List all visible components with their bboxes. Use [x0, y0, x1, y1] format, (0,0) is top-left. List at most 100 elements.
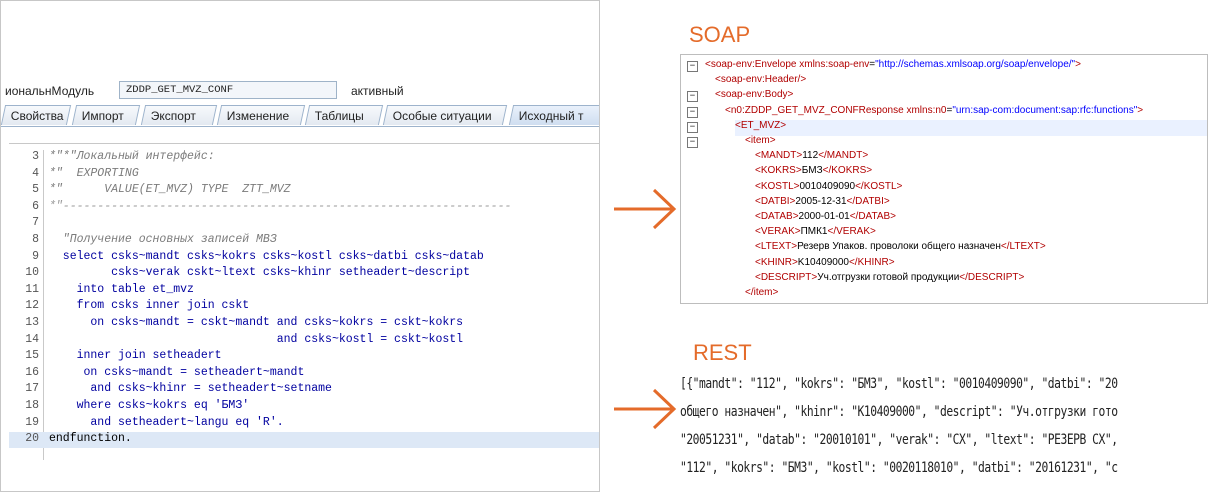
xml-attr-name: xmlns:soap-env [799, 59, 870, 70]
xml-value: 112 [802, 150, 819, 162]
arrow-right-icon [614, 388, 677, 430]
rest-title: REST [693, 340, 752, 365]
xml-tag: <KOKRS> [755, 165, 802, 177]
xml-attr-name: xmlns:n0 [906, 104, 947, 116]
code-line[interactable]: 9 select csks~mandt csks~kokrs csks~kost… [9, 249, 599, 266]
collapse-toggle-icon[interactable]: − [687, 137, 698, 148]
line-number: 11 [25, 282, 39, 296]
code-line[interactable]: 6 *"-------------------------------------… [9, 199, 599, 216]
line-number: 18 [25, 399, 39, 412]
line-number: 9 [32, 249, 39, 263]
xml-attr-value: "urn:sap-com:document:sap:rfc:functions" [952, 104, 1138, 116]
xml-value: Резерв Упаков. проволоки общего назначен [797, 241, 1001, 253]
abap-code-editor[interactable]: 3 *"*"Локальный интерфейс: 4 *" EXPORTING 5 *… [9, 143, 599, 491]
code-text: on csks~mandt = cskt~mandt and csks~kokr… [49, 316, 464, 329]
line-number: 10 [25, 266, 39, 280]
function-module-name-field[interactable]: ZDDP_GET_MVZ_CONF [119, 81, 337, 99]
line-number: 8 [32, 233, 39, 246]
tab-2[interactable]: Импорт [71, 105, 141, 125]
code-text: *" VALUE(ET_MVZ) TYPE ZTT_MVZ [49, 183, 291, 197]
tab-1[interactable]: Свойства [1, 105, 72, 125]
code-line[interactable]: 4 *" EXPORTING [9, 166, 599, 183]
function-module-tabs: Свойства Импорт Экспорт Изменение Таблицы Осо… [1, 104, 599, 127]
code-line[interactable]: 3 *"*"Локальный интерфейс: [9, 150, 599, 166]
function-module-status: активный [351, 84, 404, 98]
xml-value: K10409000 [797, 256, 849, 268]
json-line: "20051231", "datab": "20010101", "verak"… [680, 432, 1118, 448]
code-line[interactable]: 16 on csks~mandt = setheadert~mandt [9, 365, 599, 382]
tab-5[interactable]: Таблицы [304, 105, 384, 125]
code-text: csks~verak cskt~ltext csks~khinr sethead… [49, 266, 470, 280]
line-number: 6 [32, 199, 39, 213]
xml-tag: <item> [745, 135, 776, 146]
xml-tag: <KHINR> [755, 256, 798, 268]
xml-tag: <soap-env:Body> [715, 89, 794, 101]
xml-tag: </DESCRIPT> [959, 271, 1025, 283]
xml-tag: <KOSTL> [755, 180, 800, 192]
xml-tag: <DATBI> [755, 195, 796, 207]
xml-tag: <soap-env:Envelope [705, 59, 800, 70]
code-line[interactable]: 15 inner join setheadert [9, 349, 599, 365]
code-line[interactable]: 20 endfunction. [9, 432, 599, 449]
json-line: [{"mandt": "112", "kokrs": "БМЗ", "kostl… [680, 376, 1118, 392]
tab-6[interactable]: Особые ситуации [382, 105, 508, 125]
xml-tag: > [1075, 59, 1081, 70]
code-line[interactable]: 8 "Получение основных записей МВЗ [9, 233, 599, 249]
xml-tag: <MANDT> [755, 150, 803, 162]
tab-label: Исходный т [518, 109, 584, 123]
sap-function-builder: иональнМодуль ZDDP_GET_MVZ_CONF активный… [0, 0, 600, 492]
code-line[interactable]: 18 where csks~kokrs eq 'БМЗ' [9, 399, 599, 415]
code-text: and setheadert~langu eq 'R'. [49, 415, 284, 429]
line-number: 17 [25, 382, 39, 396]
function-module-label: иональнМодуль [5, 84, 95, 98]
tab-label: Изменение [226, 109, 290, 123]
collapse-toggle-icon[interactable]: − [687, 91, 698, 103]
json-line: "112", "kokrs": "БМЗ", "kostl": "0020118… [680, 460, 1118, 476]
collapse-toggle-icon[interactable]: − [687, 121, 698, 133]
code-text: endfunction. [49, 432, 132, 446]
code-line[interactable]: 11 into table et_mvz [9, 282, 599, 299]
xml-tag: <DATAB> [755, 211, 799, 222]
xml-tag: </KHINR> [848, 256, 895, 268]
collapse-toggle-icon[interactable]: − [687, 61, 698, 72]
xml-value: 0010409090 [799, 180, 856, 192]
xml-line: </item> [745, 287, 778, 303]
code-text: "Получение основных записей МВЗ [49, 233, 277, 246]
function-module-header: иональнМодуль ZDDP_GET_MVZ_CONF активный [1, 80, 599, 102]
code-line[interactable]: 19 and setheadert~langu eq 'R'. [9, 415, 599, 432]
xml-line: <KHINR>K10409000</KHINR> [755, 257, 895, 273]
code-line[interactable]: 5 *" VALUE(ET_MVZ) TYPE ZTT_MVZ [9, 183, 599, 199]
tab-7[interactable]: Исходный т [508, 105, 599, 125]
code-line[interactable]: 7 [9, 216, 599, 232]
xml-tag: </MANDT> [818, 150, 869, 162]
code-line[interactable]: 10 csks~verak cskt~ltext csks~khinr seth… [9, 266, 599, 282]
xml-line: <item> [745, 135, 776, 151]
line-number: 20 [25, 432, 39, 446]
code-line[interactable]: 13 on csks~mandt = cskt~mandt and csks~k… [9, 316, 599, 332]
tab-label: Свойства [10, 109, 64, 123]
line-number: 16 [25, 365, 39, 379]
xml-tag: <ET_MVZ> [735, 119, 787, 131]
tab-4[interactable]: Изменение [216, 105, 306, 125]
code-line[interactable]: 14 and csks~kostl = cskt~kostl [9, 333, 599, 349]
xml-value: Уч.отгрузки готовой продукции [817, 271, 960, 283]
xml-line: <DATAB>2000-01-01</DATAB> [755, 211, 896, 227]
xml-tag: </item> [745, 287, 779, 298]
xml-line: <LTEXT>Резерв Упаков. проволоки общего н… [755, 241, 1046, 257]
xml-line: <DESCRIPT>Уч.отгрузки готовой продукции<… [755, 272, 1024, 288]
tab-label: Таблицы [314, 109, 364, 123]
tab-3[interactable]: Экспорт [140, 105, 218, 125]
arrow-right-icon [614, 188, 677, 230]
xml-tag: <n0:ZDDP_GET_MVZ_CONFResponse [725, 104, 907, 116]
code-text: into table et_mvz [49, 282, 194, 296]
xml-tag: <soap-env:Header/> [715, 74, 807, 86]
json-line: общего назначен", "khinr": "K10409000", … [680, 404, 1118, 420]
code-text: *" EXPORTING [49, 166, 139, 180]
code-line[interactable]: 17 and csks~khinr = setheadert~setname [9, 382, 599, 398]
xml-line: <DATBI>2005-12-31</DATBI> [755, 196, 890, 212]
xml-line: <soap-env:Body> [715, 89, 793, 105]
xml-tag: <VERAK> [755, 226, 801, 238]
code-line[interactable]: 12 from csks inner join cskt [9, 299, 599, 315]
collapse-toggle-icon[interactable]: − [687, 106, 698, 118]
xml-line: <VERAK>ПМК1</VERAK> [755, 226, 876, 242]
